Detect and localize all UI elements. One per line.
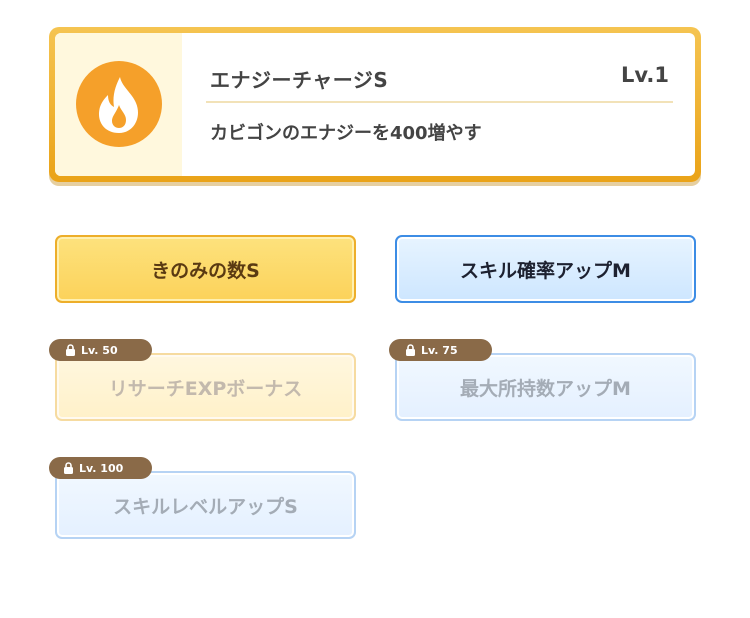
lock-icon	[406, 344, 415, 356]
subskill-label: スキル確率アップM	[460, 259, 631, 282]
subskill-label: スキルレベルアップS	[113, 495, 298, 518]
unlock-level-badge: Lv. 50	[49, 339, 152, 361]
subskill-button-max-carry[interactable]: 最大所持数アップM	[395, 353, 696, 421]
lock-icon	[66, 344, 75, 356]
main-skill-card-inner: エナジーチャージS Lv.1 カビゴンのエナジーを400増やす	[55, 33, 695, 176]
skill-icon-badge	[76, 61, 162, 147]
unlock-level-text: Lv. 50	[81, 343, 118, 357]
subskill-button-skill-chance[interactable]: スキル確率アップM	[395, 235, 696, 303]
skill-name: エナジーチャージS	[210, 68, 389, 92]
skill-divider	[206, 101, 673, 103]
unlock-level-text: Lv. 75	[421, 343, 458, 357]
unlock-level-badge: Lv. 100	[49, 457, 152, 479]
subskill-button-skill-level-up[interactable]: スキルレベルアップS	[55, 471, 356, 539]
subskill-label: リサーチEXPボーナス	[108, 377, 303, 400]
flame-icon	[98, 77, 139, 133]
subskill-button-research-exp[interactable]: リサーチEXPボーナス	[55, 353, 356, 421]
subskill-button-berry-count[interactable]: きのみの数S	[55, 235, 356, 303]
skill-description: カビゴンのエナジーを400増やす	[210, 123, 482, 144]
subskill-label: 最大所持数アップM	[460, 377, 631, 400]
subskill-label: きのみの数S	[151, 259, 260, 282]
lock-icon	[64, 462, 73, 474]
skill-icon-panel	[55, 33, 182, 176]
unlock-level-badge: Lv. 75	[389, 339, 492, 361]
skill-level: Lv.1	[621, 63, 669, 87]
main-skill-card[interactable]: エナジーチャージS Lv.1 カビゴンのエナジーを400増やす	[49, 27, 701, 182]
unlock-level-text: Lv. 100	[79, 461, 124, 475]
